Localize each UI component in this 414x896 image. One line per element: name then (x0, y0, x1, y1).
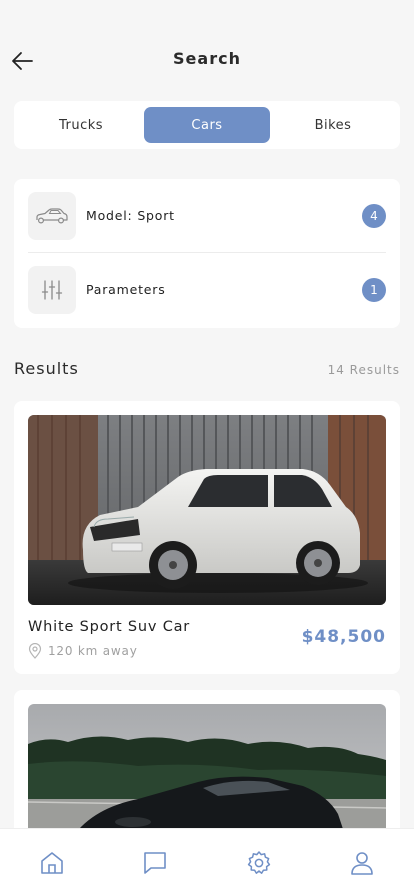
location-pin-icon (28, 643, 42, 659)
sliders-icon (41, 279, 63, 300)
tab-settings[interactable] (207, 829, 311, 896)
category-segmented-control: Trucks Cars Bikes (14, 101, 400, 149)
settings-icon (247, 850, 270, 874)
filter-parameters[interactable]: Parameters 1 (14, 253, 400, 326)
filter-label: Model: Sport (86, 208, 175, 223)
listing-distance-text: 120 km away (48, 644, 138, 658)
tab-trucks[interactable]: Trucks (18, 107, 144, 143)
filter-model[interactable]: Model: Sport 4 (14, 179, 400, 252)
bottom-tab-bar (0, 828, 414, 896)
tab-cars[interactable]: Cars (144, 107, 270, 143)
count-badge: 4 (362, 203, 386, 228)
listing-distance: 120 km away (28, 643, 138, 659)
profile-icon (351, 851, 374, 875)
listing-price: $48,500 (301, 627, 386, 647)
page-title: Search (173, 49, 241, 68)
results-count: 14 Results (327, 363, 400, 377)
filter-icon-box (28, 191, 76, 240)
filters-card: Model: Sport 4 Parameters 1 (14, 179, 400, 328)
listing-name: White Sport Suv Car (28, 619, 191, 635)
header: Search (0, 40, 414, 80)
listing-card[interactable]: White Sport Suv Car 120 km away $48,500 (14, 401, 400, 674)
white-suv-photo (28, 415, 386, 605)
tab-home[interactable] (0, 829, 104, 896)
results-title: Results (14, 359, 79, 378)
filter-icon-box (28, 265, 76, 314)
count-badge: 1 (362, 277, 386, 302)
tab-bikes[interactable]: Bikes (270, 107, 396, 143)
tab-messages[interactable] (104, 829, 208, 896)
home-icon (40, 851, 63, 874)
results-header: Results 14 Results (14, 359, 400, 381)
car-icon (36, 207, 68, 224)
filter-label: Parameters (86, 282, 166, 297)
tab-profile[interactable] (311, 829, 414, 896)
chat-icon (144, 851, 167, 874)
